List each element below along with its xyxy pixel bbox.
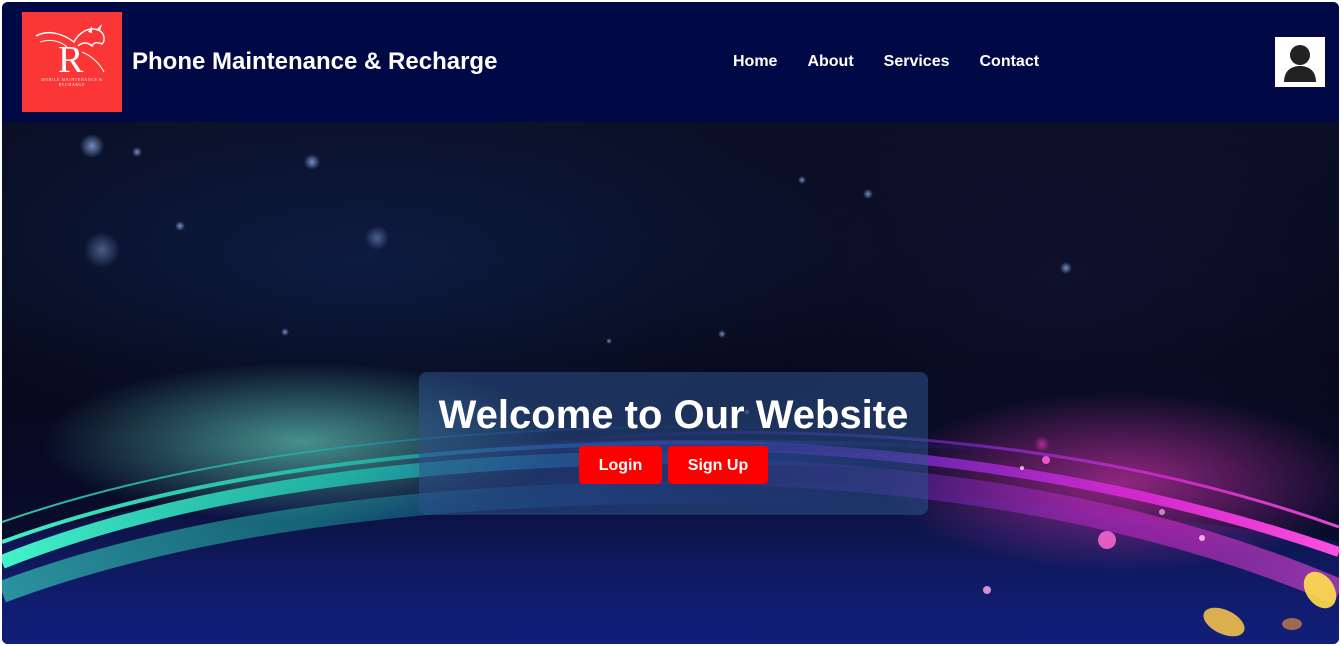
site-title: Phone Maintenance & Recharge xyxy=(132,48,498,75)
user-icon xyxy=(1284,45,1316,82)
dragon-logo-icon: R xyxy=(35,24,105,81)
nav-home-link[interactable]: Home xyxy=(733,52,777,72)
main-nav: Home About Services Contact xyxy=(733,52,1069,72)
welcome-heading: Welcome to Our Website xyxy=(438,393,909,437)
nav-services-link[interactable]: Services xyxy=(884,52,950,72)
site-logo[interactable]: R Mobile Maintenance & Recharge xyxy=(22,12,122,112)
logo-tagline: Mobile Maintenance & Recharge xyxy=(41,77,103,87)
login-button[interactable]: Login xyxy=(579,446,662,484)
nav-about-link[interactable]: About xyxy=(807,52,853,72)
signup-button[interactable]: Sign Up xyxy=(668,446,768,484)
profile-button[interactable] xyxy=(1275,37,1325,87)
site-header: R Mobile Maintenance & Recharge Phone Ma… xyxy=(2,2,1339,122)
logo-letter: R xyxy=(58,39,84,81)
page-frame: R Mobile Maintenance & Recharge Phone Ma… xyxy=(2,2,1339,644)
welcome-panel: Welcome to Our Website Login Sign Up xyxy=(419,372,928,515)
nav-contact-link[interactable]: Contact xyxy=(980,52,1040,72)
hero-section: Welcome to Our Website Login Sign Up xyxy=(2,122,1339,644)
